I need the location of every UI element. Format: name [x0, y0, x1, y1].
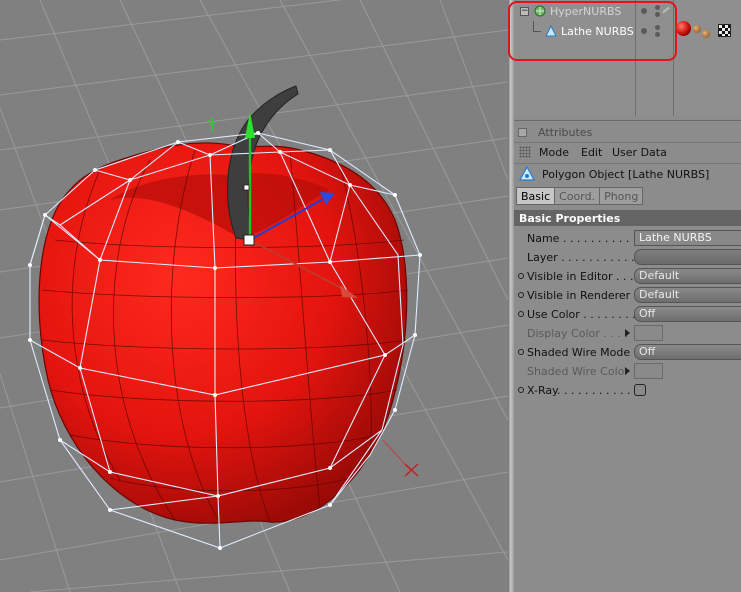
visible-in-editor-dropdown[interactable]: Default	[634, 268, 741, 284]
material-icon[interactable]	[693, 25, 701, 33]
section-header: Basic Properties	[514, 210, 741, 226]
x-ray-checkbox[interactable]	[634, 384, 646, 396]
property-label: Visible in Editor . . . .	[527, 270, 639, 283]
object-manager: − HyperNURBS Lathe NURBS	[508, 0, 741, 116]
animate-bullet-icon[interactable]	[518, 273, 524, 279]
display-color-swatch[interactable]	[634, 325, 663, 341]
attributes-manager: Attributes Mode Edit User Data Polygon O…	[514, 120, 741, 592]
tab-coord[interactable]: Coord.	[555, 187, 601, 205]
object-title-bar: Polygon Object [Lathe NURBS]	[514, 163, 741, 183]
property-use-color: Use Color . . . . . . . . . Off	[514, 305, 741, 324]
property-label: Visible in Renderer . .	[527, 289, 639, 302]
property-label: Layer . . . . . . . . . . . .	[527, 251, 639, 264]
tab-phong[interactable]: Phong	[600, 187, 644, 205]
property-visible-in-renderer: Visible in Renderer . . Default	[514, 286, 741, 305]
shaded-wire-mode-dropdown[interactable]: Off	[634, 344, 741, 360]
animate-bullet-icon[interactable]	[518, 349, 524, 355]
shaded-wire-color-swatch[interactable]	[634, 363, 663, 379]
property-shaded-wire-color: Shaded Wire Color	[514, 362, 741, 381]
annotation-highlight	[508, 1, 677, 61]
viewport-scene	[0, 0, 508, 592]
layer-field[interactable]	[634, 249, 741, 265]
object-title: Polygon Object [Lathe NURBS]	[542, 168, 710, 181]
animate-bullet-icon[interactable]	[518, 387, 524, 393]
checker-icon[interactable]	[718, 24, 731, 37]
attributes-title-bar: Attributes	[514, 123, 741, 141]
visible-in-renderer-dropdown[interactable]: Default	[634, 287, 741, 303]
property-display-color: Display Color . . . .	[514, 324, 741, 343]
use-color-dropdown[interactable]: Off	[634, 306, 741, 322]
menu-user-data[interactable]: User Data	[612, 146, 667, 159]
material-icon[interactable]	[676, 21, 691, 36]
property-name: Name . . . . . . . . . . . . Lathe NURBS	[514, 229, 741, 248]
attribute-tabs: Basic Coord. Phong	[516, 187, 644, 206]
panel-toggle[interactable]	[518, 128, 527, 137]
property-shaded-wire-mode: Shaded Wire Mode Off	[514, 343, 741, 362]
property-visible-in-editor: Visible in Editor . . . . Default	[514, 267, 741, 286]
attributes-menu-bar: Mode Edit User Data	[514, 142, 741, 160]
property-label: Shaded Wire Mode	[527, 346, 631, 359]
property-label: Use Color . . . . . . . . .	[527, 308, 639, 321]
tab-basic[interactable]: Basic	[516, 187, 556, 205]
polygon-object-icon	[518, 165, 536, 182]
grip-icon[interactable]	[519, 146, 531, 158]
expand-arrow-icon[interactable]	[625, 367, 630, 375]
property-label: Name . . . . . . . . . . . .	[527, 232, 639, 245]
property-layer: Layer . . . . . . . . . . . .	[514, 248, 741, 267]
name-field[interactable]: Lathe NURBS	[634, 230, 741, 246]
material-icon[interactable]	[702, 30, 710, 38]
property-label: Display Color . . . .	[527, 327, 628, 340]
section-title: Basic Properties	[519, 212, 621, 225]
expand-arrow-icon[interactable]	[625, 329, 630, 337]
property-label: X-Ray. . . . . . . . . . . .	[527, 384, 638, 397]
property-x-ray: X-Ray. . . . . . . . . . . .	[514, 381, 741, 400]
menu-mode[interactable]: Mode	[539, 146, 569, 159]
right-panel: − HyperNURBS Lathe NURBS Attributes Mode…	[508, 0, 741, 592]
menu-edit[interactable]: Edit	[581, 146, 602, 159]
property-label: Shaded Wire Color	[527, 365, 629, 378]
editor-viewport[interactable]	[0, 0, 508, 592]
animate-bullet-icon[interactable]	[518, 292, 524, 298]
animate-bullet-icon[interactable]	[518, 311, 524, 317]
attributes-title: Attributes	[538, 126, 593, 139]
